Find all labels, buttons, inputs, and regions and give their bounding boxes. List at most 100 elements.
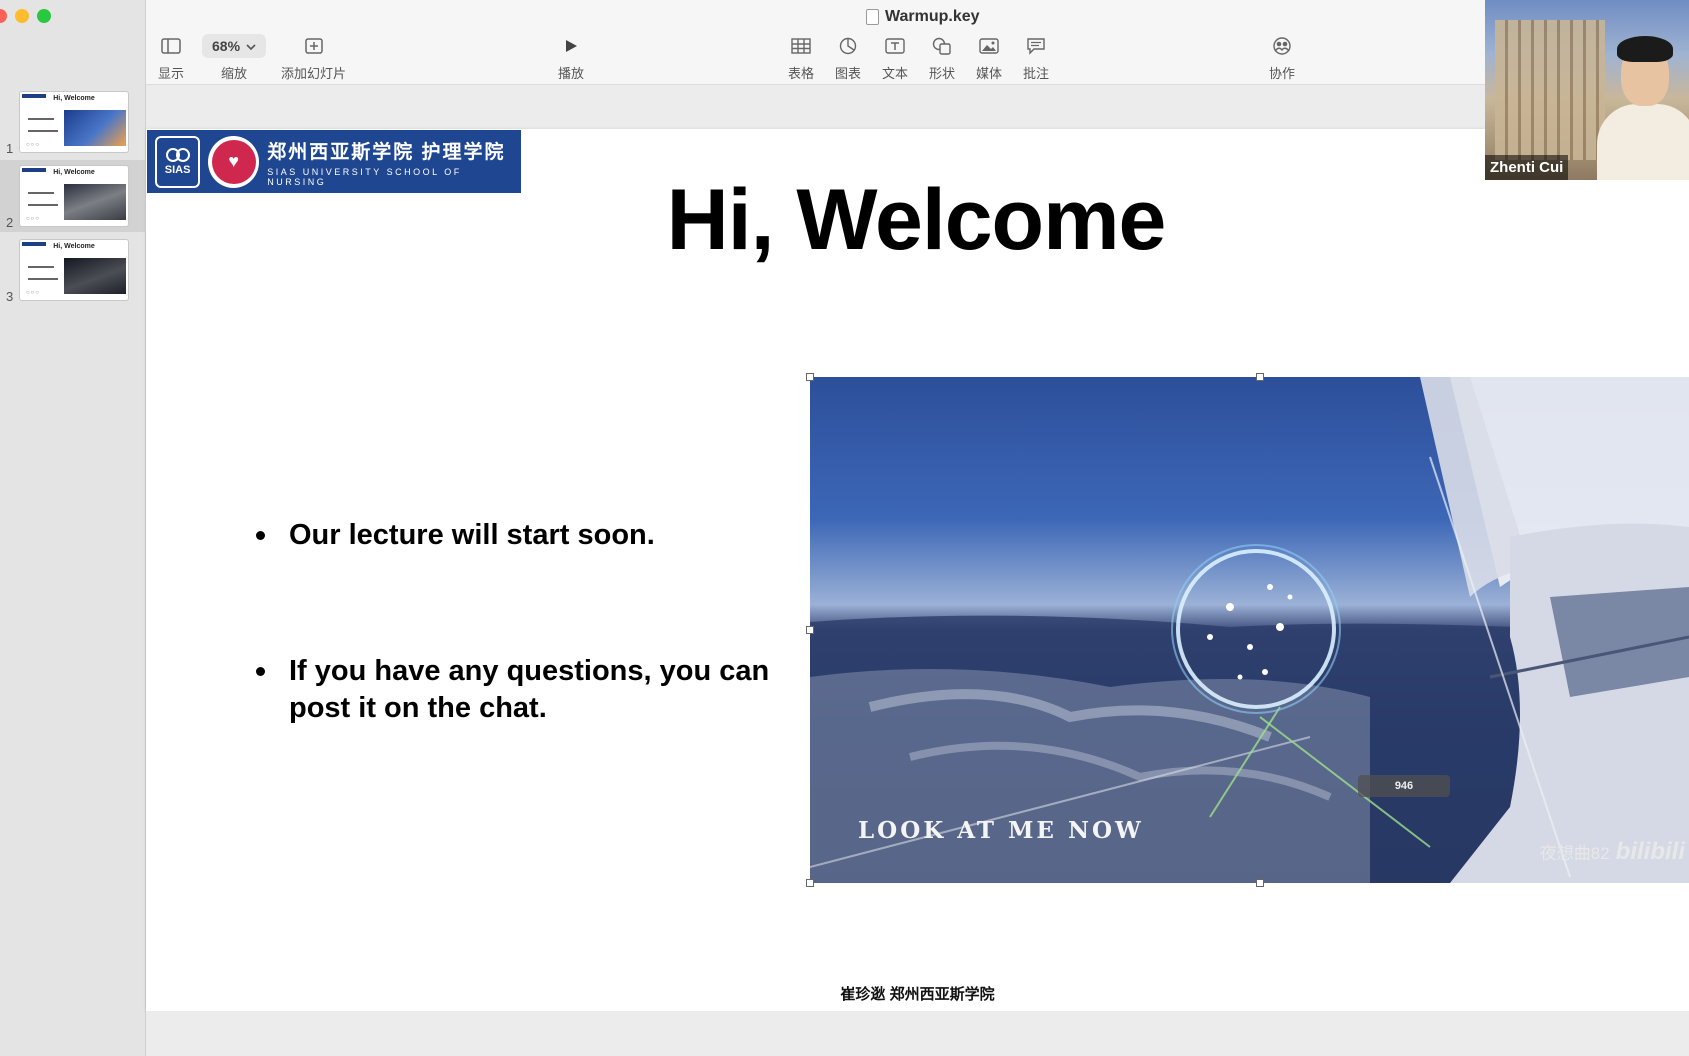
table-label: 表格 <box>788 66 815 81</box>
slide-preview: Hi, Welcome ○○○ <box>19 91 129 153</box>
slide-title[interactable]: Hi, Welcome <box>566 171 1266 270</box>
thumb-text-line <box>28 130 58 132</box>
participant-name: Zhenti Cui <box>1485 155 1569 180</box>
webcam-background-building <box>1495 20 1605 160</box>
bullet-text: If you have any questions, you can post … <box>289 655 770 724</box>
collaborate-button[interactable]: 协作 <box>1269 34 1295 82</box>
chevron-down-icon <box>246 38 256 54</box>
thumb-dots: ○○○ <box>26 142 40 148</box>
text-label: 文本 <box>882 66 909 81</box>
toolbar: Warmup.key 显示 68% 缩放 添加幻灯片 播放 表格 图表 文本 形… <box>146 0 1689 85</box>
play-label: 播放 <box>558 66 585 81</box>
thumb-image <box>64 258 126 294</box>
add-slide-button[interactable]: 添加幻灯片 <box>281 34 346 82</box>
sias-logo-text: SIAS <box>164 163 191 176</box>
image-icon <box>979 34 999 58</box>
table-button[interactable]: 表格 <box>788 34 814 82</box>
thumb-title: Hi, Welcome <box>53 95 95 102</box>
sidebar-icon <box>161 34 181 58</box>
play-icon <box>563 34 579 58</box>
slide-thumbnail-2[interactable]: 2 Hi, Welcome ○○○ <box>0 160 146 232</box>
bullet-dot <box>256 531 265 540</box>
document-title-text: Warmup.key <box>885 8 980 25</box>
resize-handle-middle-left[interactable] <box>806 626 814 634</box>
media-video[interactable]: 946 LOOK AT ME NOW 夜想曲82 bilibili <box>810 377 1689 883</box>
resize-handle-bottom-center[interactable] <box>1256 879 1264 887</box>
collaborate-label: 协作 <box>1269 66 1296 81</box>
webcam-video[interactable]: Zhenti Cui <box>1485 0 1689 180</box>
thumb-text-line <box>28 266 54 268</box>
rings-icon <box>165 147 190 162</box>
bullet-item[interactable]: If you have any questions, you can post … <box>256 653 816 727</box>
comment-button[interactable]: 批注 <box>1023 34 1049 82</box>
collaborate-icon <box>1271 34 1293 58</box>
resize-handle-top-left[interactable] <box>806 373 814 381</box>
document-icon <box>866 9 879 25</box>
slide-thumbnail-3[interactable]: 3 Hi, Welcome ○○○ <box>0 234 146 306</box>
slide-preview: Hi, Welcome ○○○ <box>19 165 129 227</box>
sias-logo: SIAS <box>155 135 201 188</box>
webcam-person-body <box>1597 104 1689 180</box>
slide-thumbnail-1[interactable]: 1 Hi, Welcome ○○○ <box>0 86 146 158</box>
canvas-bottom-area <box>146 1011 1689 1056</box>
slide-preview: Hi, Welcome ○○○ <box>19 239 129 301</box>
minimize-button[interactable] <box>15 9 29 23</box>
thumb-text-line <box>28 192 54 194</box>
bullet-text: Our lecture will start soon. <box>289 519 655 551</box>
bullet-dot <box>256 667 265 676</box>
comment-icon <box>1026 34 1046 58</box>
thumb-title: Hi, Welcome <box>53 169 95 176</box>
thumb-text-line <box>28 118 54 120</box>
comment-label: 批注 <box>1023 66 1050 81</box>
resize-handle-bottom-left[interactable] <box>806 879 814 887</box>
bilibili-logo: bilibili <box>1615 838 1685 865</box>
media-label: 媒体 <box>976 66 1003 81</box>
video-watermark: 夜想曲82 bilibili <box>1540 838 1685 866</box>
chart-button[interactable]: 图表 <box>835 34 861 82</box>
heart-icon: ♥ <box>211 139 256 184</box>
banner-english-name: SIAS UNIVERSITY SCHOOL OF NURSING <box>267 166 462 187</box>
view-button[interactable]: 显示 <box>158 34 184 82</box>
zoom-value: 68% <box>212 38 241 54</box>
text-box-icon <box>885 34 905 58</box>
shape-label: 形状 <box>929 66 956 81</box>
sailboat-scene <box>810 377 1689 883</box>
zoom-control[interactable]: 68% 缩放 <box>202 34 267 82</box>
close-button[interactable] <box>0 9 7 23</box>
shape-icon <box>932 34 952 58</box>
slide-number: 3 <box>6 289 14 304</box>
view-label: 显示 <box>158 66 185 81</box>
chart-label: 图表 <box>835 66 862 81</box>
plus-square-icon <box>304 34 324 58</box>
thumb-dots: ○○○ <box>26 290 40 296</box>
media-button[interactable]: 媒体 <box>976 34 1002 82</box>
slide-footer[interactable]: 崔珍逖 郑州西亚斯学院 <box>146 983 1689 1004</box>
bullet-item[interactable]: Our lecture will start soon. <box>256 517 655 554</box>
shape-button[interactable]: 形状 <box>929 34 955 82</box>
banner-chinese-name: 郑州西亚斯学院 护理学院 <box>267 141 506 163</box>
table-icon <box>791 34 811 58</box>
thumb-image <box>64 184 126 220</box>
thumb-text-line <box>28 204 58 206</box>
zoom-label: 缩放 <box>221 66 248 81</box>
video-caption: LOOK AT ME NOW <box>858 817 1144 844</box>
school-banner[interactable]: SIAS ♥ 郑州西亚斯学院 护理学院 SIAS UNIVERSITY SCHO… <box>147 130 521 193</box>
slide-number: 2 <box>6 215 14 230</box>
chart-icon <box>839 34 857 58</box>
add-slide-label: 添加幻灯片 <box>281 66 347 81</box>
resize-handle-top-center[interactable] <box>1256 373 1264 381</box>
thumb-dots: ○○○ <box>26 216 40 222</box>
slide-canvas[interactable]: SIAS ♥ 郑州西亚斯学院 护理学院 SIAS UNIVERSITY SCHO… <box>146 129 1689 1011</box>
zoom-button[interactable] <box>37 9 51 23</box>
video-counter-badge: 946 <box>1358 775 1450 797</box>
slide-number: 1 <box>6 141 14 156</box>
window-controls <box>0 9 51 23</box>
thumb-title: Hi, Welcome <box>53 243 95 250</box>
thumb-text-line <box>28 278 58 280</box>
zoom-select[interactable]: 68% <box>202 34 267 58</box>
thumb-image <box>64 110 126 146</box>
play-button[interactable]: 播放 <box>558 34 584 82</box>
banner-text: 郑州西亚斯学院 护理学院 SIAS UNIVERSITY SCHOOL OF N… <box>267 137 521 187</box>
document-title: Warmup.key <box>866 7 980 27</box>
text-button[interactable]: 文本 <box>882 34 908 82</box>
